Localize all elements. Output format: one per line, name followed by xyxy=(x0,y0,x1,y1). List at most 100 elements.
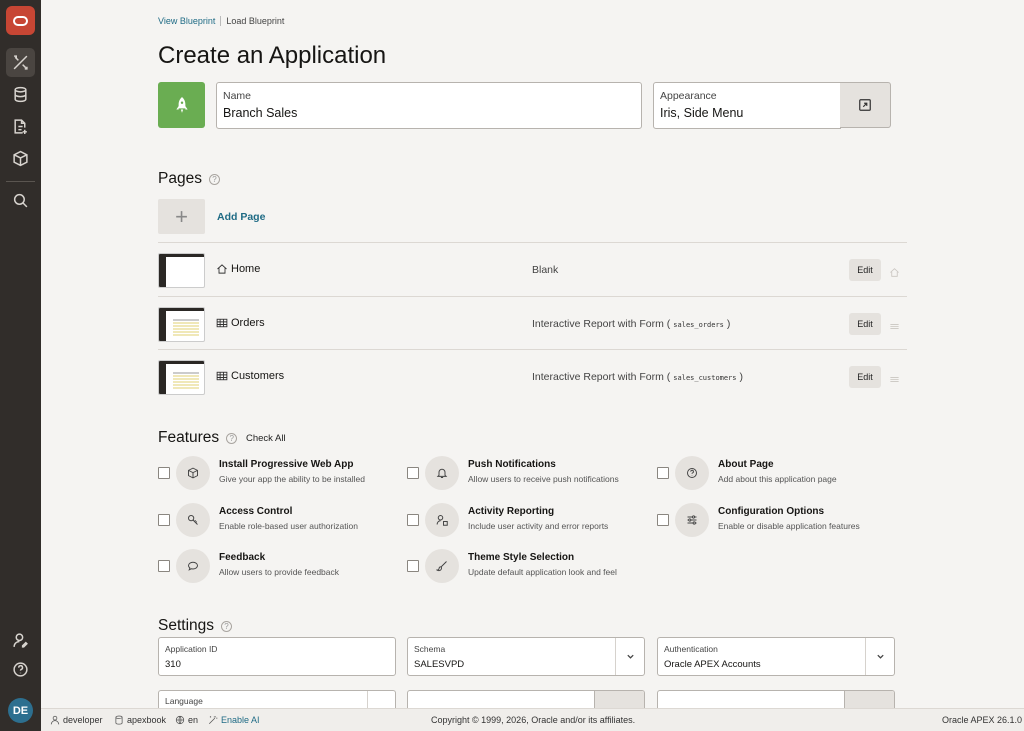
home-icon xyxy=(217,264,227,274)
feature-push-notifications: Push Notifications Allow users to receiv… xyxy=(407,456,647,496)
page-row-orders: Orders Interactive Report with Form (sal… xyxy=(158,297,907,350)
features-title: Features xyxy=(158,429,220,446)
feature-feedback: Feedback Allow users to provide feedback xyxy=(158,549,398,589)
feature-description: Add about this application page xyxy=(718,474,837,484)
application-id-field[interactable]: Application ID 310 xyxy=(158,637,396,676)
add-page-plus-icon[interactable]: + xyxy=(158,199,205,234)
page-thumbnail xyxy=(158,253,205,288)
avatar[interactable]: DE xyxy=(8,698,33,723)
rocket-icon xyxy=(175,97,188,113)
feature-description: Enable role-based user authorization xyxy=(219,521,358,531)
feature-title: Configuration Options xyxy=(718,506,825,517)
feature-title: Theme Style Selection xyxy=(468,552,575,563)
feature-title: Feedback xyxy=(219,552,266,563)
table-icon xyxy=(216,318,228,328)
database-icon xyxy=(115,715,123,725)
edit-button[interactable]: Edit xyxy=(849,259,881,281)
breadcrumb: View Blueprint Load Blueprint xyxy=(158,16,284,26)
view-blueprint-link[interactable]: View Blueprint xyxy=(158,16,215,26)
appearance-settings-button[interactable] xyxy=(840,82,891,128)
sliders-icon xyxy=(675,503,709,537)
settings-field[interactable] xyxy=(657,690,895,708)
feature-checkbox[interactable] xyxy=(158,467,170,479)
feature-checkbox[interactable] xyxy=(158,560,170,572)
schema-label: Schema xyxy=(414,644,446,654)
page-name: Customers xyxy=(216,370,284,382)
globe-icon xyxy=(175,715,185,725)
settings-field-button[interactable] xyxy=(594,691,644,708)
edit-button[interactable]: Edit xyxy=(849,366,881,388)
search-icon[interactable] xyxy=(6,186,35,215)
drag-handle-icon[interactable] xyxy=(889,372,900,383)
page-thumbnail xyxy=(158,307,205,342)
feature-title: Push Notifications xyxy=(468,459,556,470)
table-icon xyxy=(216,371,228,381)
feature-title: Activity Reporting xyxy=(468,506,555,517)
feature-theme-style-selection: Theme Style Selection Update default app… xyxy=(407,549,647,589)
settings-field-button[interactable] xyxy=(844,691,894,708)
page-name: Orders xyxy=(216,317,265,329)
name-field[interactable]: Name Branch Sales xyxy=(216,82,642,129)
enable-ai-link[interactable]: Enable AI xyxy=(208,715,260,725)
brush-icon xyxy=(425,549,459,583)
feature-activity-reporting: Activity Reporting Include user activity… xyxy=(407,503,647,543)
language-select[interactable]: Language xyxy=(158,690,396,708)
package-icon[interactable] xyxy=(6,144,35,173)
copyright: Copyright © 1999, 2026, Oracle and/or it… xyxy=(431,715,636,725)
footer-workspace[interactable]: apexbook xyxy=(114,715,166,725)
footer-language[interactable]: en xyxy=(175,715,198,725)
pages-title: Pages xyxy=(158,170,202,187)
appearance-value: Iris, Side Menu xyxy=(660,106,744,120)
feature-description: Give your app the ability to be installe… xyxy=(219,474,366,484)
add-page-link[interactable]: Add Page xyxy=(217,211,265,223)
app-icon-picker[interactable] xyxy=(158,82,205,128)
feature-title: Install Progressive Web App xyxy=(219,459,354,470)
database-icon[interactable] xyxy=(6,80,35,109)
help-icon[interactable]: ? xyxy=(208,173,220,185)
app-builder-icon[interactable] xyxy=(6,48,35,77)
user-settings-icon[interactable] xyxy=(6,626,35,655)
settings-field[interactable] xyxy=(407,690,645,708)
application-id-value[interactable]: 310 xyxy=(165,659,181,670)
feature-checkbox[interactable] xyxy=(657,467,669,479)
page-thumbnail xyxy=(158,360,205,395)
feature-checkbox[interactable] xyxy=(407,467,419,479)
appearance-field[interactable]: Appearance Iris, Side Menu xyxy=(653,82,841,129)
oracle-logo[interactable] xyxy=(6,6,35,35)
help-icon[interactable]: ? xyxy=(221,620,233,632)
feature-description: Enable or disable application features xyxy=(718,521,860,531)
feature-checkbox[interactable] xyxy=(407,560,419,572)
feature-checkbox[interactable] xyxy=(407,514,419,526)
user-activity-icon xyxy=(425,503,459,537)
feature-configuration-options: Configuration Options Enable or disable … xyxy=(657,503,897,543)
version: Oracle APEX 26.1.0 xyxy=(942,715,1023,725)
help-icon[interactable] xyxy=(6,655,35,684)
language-label: Language xyxy=(165,696,203,706)
name-value[interactable]: Branch Sales xyxy=(223,106,297,120)
chevron-down-icon[interactable] xyxy=(865,638,894,675)
page-edit-icon[interactable] xyxy=(6,112,35,141)
help-icon[interactable]: ? xyxy=(226,432,238,444)
chevron-down-icon[interactable] xyxy=(615,638,644,675)
package-icon xyxy=(176,456,210,490)
page-row-customers: Customers Interactive Report with Form (… xyxy=(158,350,907,403)
name-label: Name xyxy=(223,90,252,102)
drag-handle-icon[interactable] xyxy=(889,319,900,330)
feature-description: Update default application look and feel xyxy=(468,567,617,577)
page-row-home: Home Blank Edit xyxy=(158,243,907,296)
load-blueprint-link[interactable]: Load Blueprint xyxy=(226,16,284,26)
page-title: Create an Application xyxy=(158,42,387,69)
feature-title: Access Control xyxy=(219,506,293,517)
application-id-label: Application ID xyxy=(165,644,218,654)
edit-button[interactable]: Edit xyxy=(849,313,881,335)
page-type: Interactive Report with Form (sales_cust… xyxy=(532,371,744,383)
schema-select[interactable]: Schema SALESVPD xyxy=(407,637,645,676)
authentication-select[interactable]: Authentication Oracle APEX Accounts xyxy=(657,637,895,676)
footer: developer apexbook en Enable AI Copyrigh… xyxy=(41,708,1024,731)
feature-checkbox[interactable] xyxy=(657,514,669,526)
feature-access-control: Access Control Enable role-based user au… xyxy=(158,503,398,543)
feature-checkbox[interactable] xyxy=(158,514,170,526)
check-all-button[interactable]: Check All xyxy=(246,433,286,444)
feature-description: Allow users to provide feedback xyxy=(219,567,340,577)
footer-user[interactable]: developer xyxy=(50,715,103,725)
